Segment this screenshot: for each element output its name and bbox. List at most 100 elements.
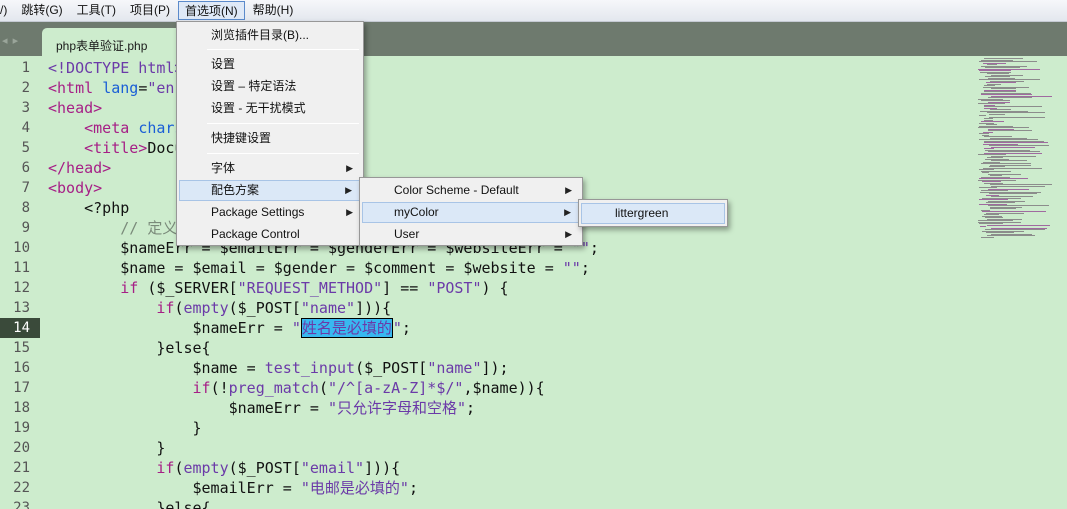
code-line[interactable]: 6 </head> [0, 158, 976, 178]
code-line[interactable]: 4 <meta charset="UTF-8"> [0, 118, 976, 138]
line-number: 7 [21, 180, 30, 196]
menu-tools[interactable]: 工具(T) [71, 1, 122, 20]
code-line[interactable]: 12 if ($_SERVER["REQUEST_METHOD"] == "PO… [0, 278, 976, 298]
code-line[interactable]: 3 <head> [0, 98, 976, 118]
code-line[interactable]: 20 } [0, 438, 976, 458]
code-text: <html lang="en"> [48, 78, 193, 98]
code-token: ($_POST[ [355, 359, 428, 377]
code-token: $emailErr = [48, 479, 301, 497]
code-text: } [48, 438, 165, 458]
code-token: }else{ [48, 339, 211, 357]
code-token: } [48, 419, 202, 437]
code-line[interactable]: 14 $nameErr = "姓名是必填的"; [0, 318, 976, 338]
submenu-arrow-icon: ▶ [345, 185, 352, 195]
minimap-line [980, 226, 986, 227]
menu-goto[interactable]: 跳转(G) [15, 1, 68, 20]
code-line[interactable]: 21 if(empty($_POST["email"])){ [0, 458, 976, 478]
code-token: "email" [300, 459, 365, 477]
code-token: <head> [48, 99, 103, 117]
menu-item-browse-packages[interactable]: 浏览插件目录(B)... [179, 25, 361, 46]
code-line[interactable]: 16 $name = test_input($_POST["name"]); [0, 358, 976, 378]
menu-item-settings-syntax[interactable]: 设置 – 特定语法 [179, 76, 361, 97]
menu-view-partial[interactable]: /) [0, 1, 13, 20]
code-text: }else{ [48, 498, 211, 509]
code-token: " [291, 319, 301, 337]
code-token: "电邮是必填的" [300, 479, 409, 497]
menu-item-settings-distraction-free[interactable]: 设置 - 无干扰模式 [179, 98, 361, 119]
code-line[interactable]: 19 } [0, 418, 976, 438]
code-token: ; [466, 399, 476, 417]
code-line[interactable]: 2 <html lang="en"> [0, 78, 976, 98]
line-number: 10 [13, 240, 30, 256]
menu-item-label: Package Control [211, 227, 300, 241]
menu-item-package-control[interactable]: Package Control [179, 224, 361, 245]
menu-separator [207, 49, 359, 50]
code-line[interactable]: 11 $name = $email = $gender = $comment =… [0, 258, 976, 278]
minimap-line [989, 116, 1045, 118]
minimap-line [990, 208, 1016, 209]
tab-strip: ◂ ▸ php表单验证.php [0, 22, 1067, 56]
code-token: if [120, 279, 139, 297]
code-token: ) { [481, 279, 509, 297]
line-number: 1 [21, 60, 30, 76]
menu-item-scheme-default[interactable]: Color Scheme - Default ▶ [362, 180, 580, 201]
menu-item-key-bindings[interactable]: 快捷键设置 [179, 128, 361, 149]
minimap[interactable] [976, 56, 1067, 509]
code-token: ($_SERVER[ [138, 279, 238, 297]
menu-preferences[interactable]: 首选项(N) [178, 1, 245, 20]
line-number: 9 [21, 220, 30, 236]
menu-item-scheme-user[interactable]: User ▶ [362, 224, 580, 245]
code-line[interactable]: 22 $emailErr = "电邮是必填的"; [0, 478, 976, 498]
menu-item-label: 配色方案 [211, 183, 260, 197]
tab-file-active[interactable]: php表单验证.php [42, 28, 192, 56]
code-token: test_input [264, 359, 356, 377]
code-line[interactable]: 23 }else{ [0, 498, 976, 509]
code-token: ])){ [364, 459, 401, 477]
menu-item-settings[interactable]: 设置 [179, 54, 361, 75]
menu-help[interactable]: 帮助(H) [247, 1, 300, 20]
code-token: }else{ [48, 499, 211, 509]
code-token: $name = [48, 359, 265, 377]
menu-item-font[interactable]: 字体 ▶ [179, 158, 361, 179]
code-token: empty [183, 299, 229, 317]
code-token: < [48, 79, 58, 97]
menu-project[interactable]: 项目(P) [124, 1, 176, 20]
menu-item-package-settings[interactable]: Package Settings ▶ [179, 202, 361, 223]
menu-item-label: 设置 [211, 57, 236, 71]
code-editor[interactable]: 1 <!DOCTYPE html> 2 <html lang="en"> 3 <head>… [0, 56, 1067, 509]
code-line[interactable]: 13 if(empty($_POST["name"])){ [0, 298, 976, 318]
mycolor-submenu: littergreen [578, 199, 728, 227]
code-line[interactable]: 1 <!DOCTYPE html> [0, 58, 976, 78]
code-line[interactable]: 5 <title>Document</title> [0, 138, 976, 158]
code-text: $name = $email = $gender = $comment = $w… [48, 258, 590, 278]
code-line[interactable]: 15 }else{ [0, 338, 976, 358]
submenu-arrow-icon: ▶ [565, 185, 572, 195]
menu-bar: /) 跳转(G) 工具(T) 项目(P) 首选项(N) 帮助(H) [0, 0, 1067, 22]
code-token: "name" [300, 299, 356, 317]
menu-item-scheme-mycolor[interactable]: myColor ▶ [362, 202, 580, 223]
code-token: if [192, 379, 211, 397]
menu-item-color-scheme[interactable]: 配色方案 ▶ [179, 180, 361, 201]
menu-item-label: myColor [394, 205, 439, 219]
code-line[interactable]: 18 $nameErr = "只允许字母和空格"; [0, 398, 976, 418]
tab-scroll-arrows[interactable]: ◂ ▸ [2, 34, 19, 47]
submenu-arrow-icon: ▶ [346, 163, 353, 173]
code-line[interactable]: 17 if(!preg_match("/^[a-zA-Z]*$/",$name)… [0, 378, 976, 398]
code-token: " [392, 319, 402, 337]
menu-item-littergreen[interactable]: littergreen [581, 203, 725, 224]
submenu-arrow-icon: ▶ [564, 207, 571, 217]
code-token: <!DOCTYPE html> [48, 59, 184, 77]
color-scheme-submenu: Color Scheme - Default ▶ myColor ▶ User ▶ [359, 177, 583, 246]
code-token: (! [210, 379, 229, 397]
line-number: 17 [13, 380, 30, 396]
line-number: 15 [13, 340, 30, 356]
code-token: "" [562, 259, 581, 277]
line-number: 16 [13, 360, 30, 376]
line-number: 22 [13, 480, 30, 496]
code-token: "POST" [427, 279, 482, 297]
minimap-line [987, 224, 1050, 226]
menu-item-label: littergreen [615, 206, 669, 220]
